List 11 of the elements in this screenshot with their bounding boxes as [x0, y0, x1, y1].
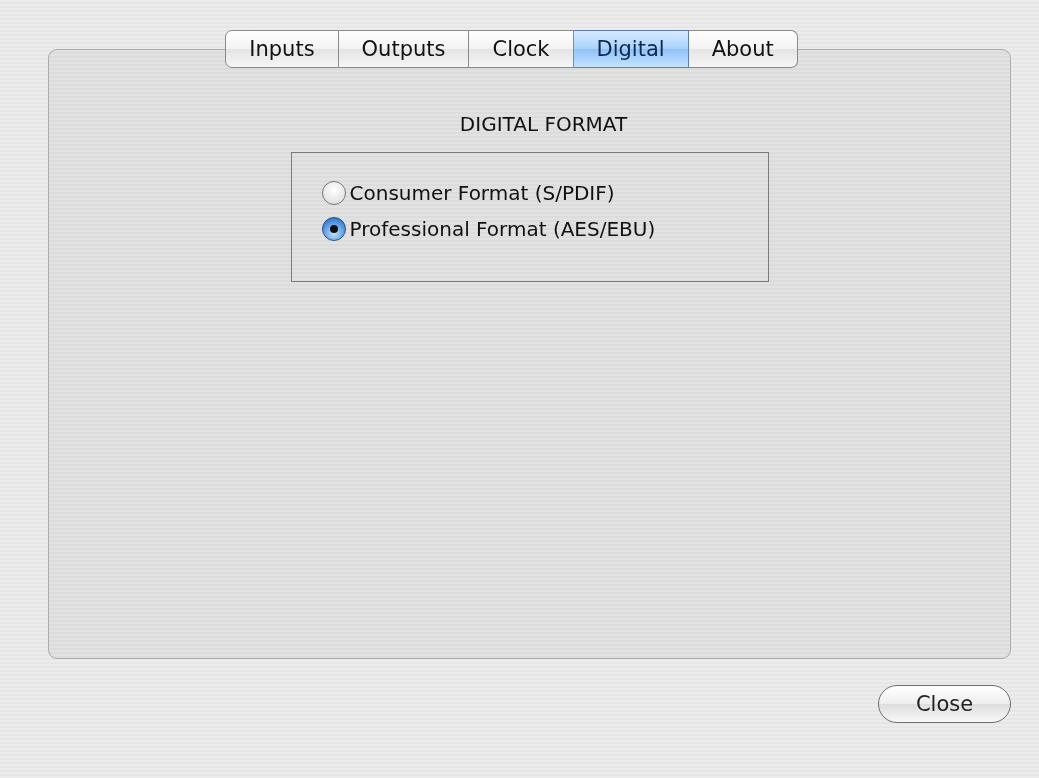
radio-button[interactable] [321, 181, 346, 205]
radio-button[interactable] [321, 217, 346, 241]
tab[interactable]: Clock [469, 30, 574, 68]
tab[interactable]: Outputs [338, 30, 470, 68]
tab[interactable]: Digital [573, 30, 689, 68]
close-button[interactable]: Close [878, 685, 1011, 723]
radio-label[interactable]: Consumer Format (S/PDIF) [349, 181, 615, 205]
section-heading: DIGITAL FORMAT [459, 112, 628, 136]
tab[interactable]: About [688, 30, 798, 68]
radio-label[interactable]: Professional Format (AES/EBU) [349, 217, 656, 241]
tab[interactable]: Inputs [225, 30, 339, 68]
